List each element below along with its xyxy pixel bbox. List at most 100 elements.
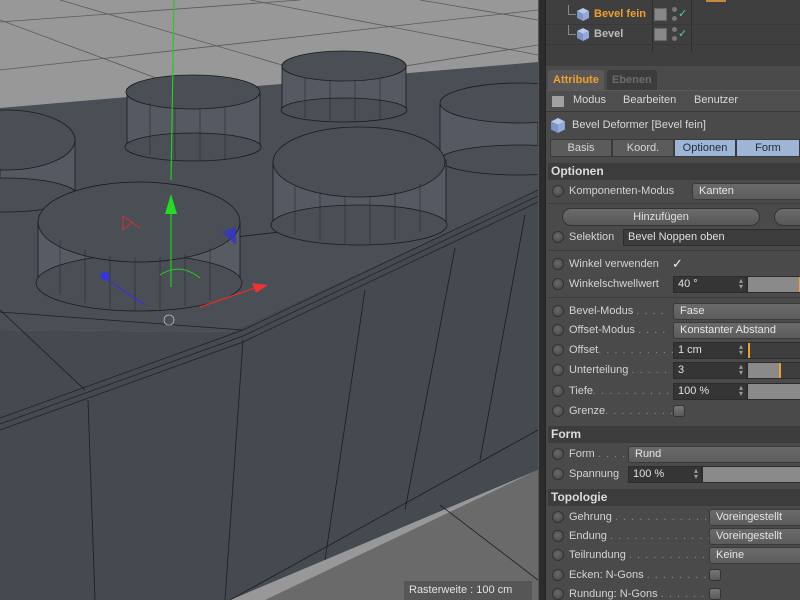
stud-middle-right — [270, 126, 448, 246]
label-offset: Offset. . . . . . . . . . . — [569, 344, 684, 356]
spinner-arrows-icon[interactable]: ▴ ▾ — [739, 384, 743, 398]
3d-viewport[interactable]: Rasterweite : 100 cm — [0, 0, 538, 600]
enabled-check-icon[interactable]: ✓ — [678, 27, 687, 40]
object-name[interactable]: Bevel fein — [594, 8, 646, 20]
spannung-input[interactable]: 100 % ▴ ▾ — [628, 466, 702, 483]
visibility-dots-icon[interactable] — [672, 7, 677, 23]
enabled-check-icon[interactable]: ✓ — [678, 7, 687, 20]
label-bevel-modus: Bevel-Modus . . . . — [569, 305, 665, 317]
ecken-ngons-checkbox[interactable] — [709, 569, 721, 581]
label-teilrundung: Teilrundung . . . . . . . . . . . . — [569, 549, 723, 561]
animation-radio-icon[interactable] — [552, 385, 564, 397]
tab-attribute[interactable]: Attribute — [548, 70, 604, 90]
animation-radio-icon[interactable] — [552, 448, 564, 460]
right-panel: Bevel fein ✓ Bevel ✓ Attribute Ebenen Mo… — [546, 0, 800, 600]
divider — [548, 203, 800, 204]
deformer-cube-icon — [577, 8, 589, 21]
animation-radio-icon[interactable] — [552, 530, 564, 542]
animation-radio-icon[interactable] — [552, 305, 564, 317]
slider-fill — [748, 384, 800, 399]
row-unterteilung: Unterteilung . . . . . . 3 ▴ ▾ — [546, 361, 800, 380]
object-row-bevel[interactable]: Bevel ✓ — [546, 25, 800, 45]
spinner-arrows-icon[interactable]: ▴ ▾ — [739, 363, 743, 377]
object-row-bevel-fein[interactable]: Bevel fein ✓ — [546, 5, 800, 25]
offset-value: 1 cm — [678, 344, 702, 356]
unterteilung-slider[interactable] — [747, 362, 800, 379]
deformer-cube-icon — [577, 28, 589, 41]
winkelschwellwert-slider[interactable] — [747, 276, 800, 293]
animation-radio-icon[interactable] — [552, 549, 564, 561]
tree-connector — [568, 5, 576, 15]
label-ecken-ngons: Ecken: N-Gons . . . . . . . . . — [569, 569, 716, 581]
slider-marker[interactable] — [779, 363, 781, 378]
teilrundung-dropdown[interactable]: Keine — [709, 547, 800, 564]
animation-radio-icon[interactable] — [552, 569, 564, 581]
gehrung-dropdown[interactable]: Voreingestellt — [709, 509, 800, 526]
hinzufuegen-button[interactable]: Hinzufügen — [562, 208, 760, 226]
slider-marker[interactable] — [748, 343, 750, 358]
slider-fill — [703, 467, 800, 482]
tiefe-value: 100 % — [678, 385, 710, 397]
spannung-slider[interactable] — [702, 466, 800, 483]
stud-selected — [35, 181, 243, 312]
winkelschwellwert-value: 40 ° — [678, 278, 698, 290]
spinner-arrows-icon[interactable]: ▴ ▾ — [694, 467, 698, 481]
tree-connector — [568, 25, 576, 35]
visibility-dots-icon[interactable] — [672, 27, 677, 43]
animation-radio-icon[interactable] — [552, 231, 564, 243]
bevel-modus-dropdown[interactable]: Fase — [673, 303, 800, 320]
spinner-arrows-icon[interactable]: ▴ ▾ — [739, 277, 743, 291]
animation-radio-icon[interactable] — [552, 405, 564, 417]
layer-tag-icon[interactable] — [654, 8, 667, 21]
grip-icon[interactable] — [552, 96, 564, 107]
winkel-verwenden-checkbox[interactable]: ✓ — [672, 256, 683, 272]
divider — [548, 297, 800, 298]
animation-radio-icon[interactable] — [552, 468, 564, 480]
label-tiefe: Tiefe. . . . . . . . . . . . — [569, 385, 687, 397]
endung-dropdown[interactable]: Voreingestellt — [709, 528, 800, 545]
stud-back-right — [280, 50, 408, 123]
menu-modus[interactable]: Modus — [573, 94, 606, 106]
row-bevel-modus: Bevel-Modus . . . . Fase — [546, 302, 800, 321]
tiefe-slider[interactable] — [747, 383, 800, 400]
tab-ebenen[interactable]: Ebenen — [607, 70, 657, 90]
subtab-form[interactable]: Form — [736, 139, 800, 157]
viewport-scene — [0, 0, 538, 600]
animation-radio-icon[interactable] — [552, 588, 564, 600]
offset-slider[interactable] — [747, 342, 800, 359]
secondary-pill-button[interactable] — [774, 208, 800, 226]
winkelschwellwert-input[interactable]: 40 ° ▴ ▾ — [673, 276, 747, 293]
animation-radio-icon[interactable] — [552, 185, 564, 197]
offset-modus-dropdown[interactable]: Konstanter Abstand — [673, 322, 800, 339]
attribute-subtabs: Basis Koord. Optionen Form — [550, 139, 800, 157]
offset-input[interactable]: 1 cm ▴ ▾ — [673, 342, 747, 359]
subtab-basis[interactable]: Basis — [550, 139, 612, 157]
rundung-ngons-checkbox[interactable] — [709, 588, 721, 600]
grenze-checkbox[interactable] — [673, 405, 685, 417]
object-name[interactable]: Bevel — [594, 28, 623, 40]
animation-radio-icon[interactable] — [552, 258, 564, 270]
animation-radio-icon[interactable] — [552, 511, 564, 523]
animation-radio-icon[interactable] — [552, 364, 564, 376]
layer-tag-icon[interactable] — [654, 28, 667, 41]
spinner-arrows-icon[interactable]: ▴ ▾ — [739, 343, 743, 357]
komponenten-modus-dropdown[interactable]: Kanten — [692, 183, 800, 200]
label-grenze: Grenze. . . . . . . . . . — [569, 405, 683, 417]
subtab-koord[interactable]: Koord. — [612, 139, 674, 157]
animation-radio-icon[interactable] — [552, 324, 564, 336]
animation-radio-icon[interactable] — [552, 344, 564, 356]
selektion-field[interactable]: Bevel Noppen oben — [623, 229, 800, 246]
deformer-cube-icon — [551, 118, 565, 133]
animation-radio-icon[interactable] — [552, 278, 564, 290]
section-topologie: Topologie — [548, 489, 800, 506]
row-form: Form . . . . Rund — [546, 445, 800, 464]
menu-bearbeiten[interactable]: Bearbeiten — [623, 94, 676, 106]
unterteilung-input[interactable]: 3 ▴ ▾ — [673, 362, 747, 379]
panel-splitter[interactable] — [538, 0, 546, 600]
menu-benutzer[interactable]: Benutzer — [694, 94, 738, 106]
subtab-optionen[interactable]: Optionen — [674, 139, 736, 157]
grid-size-readout: Rasterweite : 100 cm — [404, 581, 532, 600]
form-dropdown[interactable]: Rund — [628, 446, 800, 463]
row-winkel-verwenden: Winkel verwenden ✓ — [546, 255, 800, 274]
tiefe-input[interactable]: 100 % ▴ ▾ — [673, 383, 747, 400]
